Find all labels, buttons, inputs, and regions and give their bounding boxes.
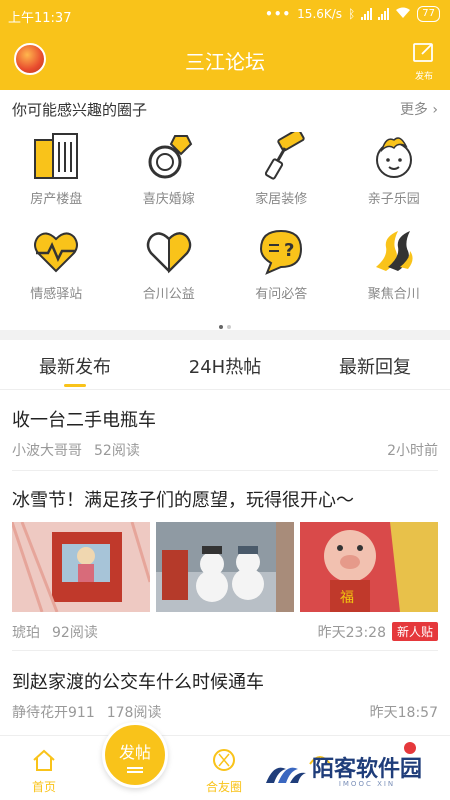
status-time: 上午11:37 — [8, 11, 72, 26]
circle-label: 家居装修 — [255, 192, 308, 207]
network-speed: 15.6K/s — [297, 7, 343, 21]
post-author: 琥珀 — [12, 625, 40, 641]
post-title: 收一台二手电瓶车 — [12, 410, 156, 431]
post-time-wrap: 昨天23:28 新人贴 — [318, 622, 438, 642]
page-title: 三江论坛 — [185, 50, 265, 74]
nav-header: 三江论坛 发布 — [0, 30, 450, 90]
battery-indicator: 77 — [417, 6, 440, 22]
post-image[interactable]: 福 — [300, 522, 438, 612]
nav-home-label: 首页 — [31, 780, 56, 794]
wave-logo-icon — [375, 231, 413, 271]
watermark: 陌客软件园 IMOOC XIN — [264, 754, 422, 792]
feed-tabs: 最新发布 24H热帖 最新回复 — [0, 340, 450, 390]
circle-label: 房产楼盘 — [30, 192, 83, 207]
new-post-button[interactable]: 发帖 — [102, 722, 168, 788]
nav-home[interactable]: 首页 — [14, 748, 74, 795]
circle-item-wedding[interactable]: 喜庆婚嫁 — [113, 132, 226, 227]
svg-text:?: ? — [284, 240, 294, 261]
svg-text:福: 福 — [340, 590, 354, 606]
circle-item-emotion[interactable]: 情感驿站 — [0, 227, 113, 312]
signal-icon-2 — [378, 8, 390, 20]
tab-latest[interactable]: 最新发布 — [0, 340, 150, 389]
post-time: 2小时前 — [387, 443, 438, 459]
heartbeat-icon — [34, 232, 79, 273]
new-post-label: 发帖 — [118, 743, 151, 762]
nav-friends-label: 合友圈 — [205, 780, 242, 794]
post-meta: 琥珀 92阅读 — [12, 622, 98, 642]
post-author: 静待花开911 — [12, 705, 95, 721]
nav-friends[interactable]: 合友圈 — [194, 748, 254, 795]
post-image[interactable] — [12, 522, 150, 612]
more-link[interactable]: 更多 › — [400, 99, 438, 119]
compose-label: 发布 — [414, 72, 433, 82]
tab-24h-hot[interactable]: 24H热帖 — [150, 340, 300, 389]
circle-item-focus[interactable]: 聚焦合川 — [338, 227, 450, 312]
home-icon — [33, 749, 55, 771]
bluetooth-icon: ᛒ — [348, 7, 356, 21]
circle-label: 聚焦合川 — [367, 287, 420, 302]
post-item[interactable]: 收一台二手电瓶车 小波大哥哥 52阅读 2小时前 — [0, 390, 450, 470]
post-reads: 92阅读 — [52, 625, 98, 641]
circle-label: 合川公益 — [142, 287, 195, 302]
compose-button[interactable]: 发布 — [410, 42, 438, 82]
more-label: 更多 — [399, 102, 428, 118]
building-icon — [34, 133, 79, 179]
aperture-icon — [213, 749, 235, 771]
status-dots: ••• — [265, 7, 292, 21]
wifi-icon — [395, 7, 411, 22]
post-image[interactable] — [156, 522, 294, 612]
app-header: 上午11:37 ••• 15.6K/s ᛒ 77 三江论坛 发布 — [0, 0, 450, 90]
post-meta: 小波大哥哥 52阅读 — [12, 440, 140, 460]
baby-icon — [375, 137, 412, 178]
section-divider — [0, 330, 450, 340]
paint-roller-icon — [265, 132, 305, 180]
post-meta: 静待花开911 178阅读 — [12, 702, 161, 722]
notification-badge — [404, 742, 416, 754]
pager-dot-active — [219, 325, 223, 329]
circle-item-family[interactable]: 亲子乐园 — [338, 132, 450, 227]
question-bubble-icon: ? — [260, 229, 303, 275]
circles-grid: 房产楼盘 喜庆婚嫁 家居装修 亲子乐园 情感驿站 合川公益 ? 有问必答 聚焦合… — [0, 132, 450, 312]
signal-icon — [361, 8, 373, 20]
ring-icon — [148, 135, 192, 179]
heart-hands-icon — [146, 232, 191, 274]
watermark-logo-icon — [266, 767, 306, 783]
post-time: 昨天18:57 — [369, 705, 438, 721]
circle-item-qa[interactable]: ? 有问必答 — [225, 227, 338, 312]
circle-item-charity[interactable]: 合川公益 — [113, 227, 226, 312]
circle-label: 喜庆婚嫁 — [142, 192, 195, 207]
watermark-text: 陌客软件园 — [312, 756, 423, 782]
post-meta-row: 琥珀 92阅读 昨天23:28 新人贴 — [0, 612, 450, 650]
circle-label: 亲子乐园 — [367, 192, 420, 207]
post-title: 冰雪节！满足孩子们的愿望，玩得很开心～ — [12, 490, 354, 511]
post-reads: 178阅读 — [106, 705, 162, 721]
circle-label: 情感驿站 — [30, 287, 83, 302]
post-images: 福 — [12, 522, 438, 612]
status-bar: 上午11:37 ••• 15.6K/s ᛒ 77 — [0, 0, 450, 30]
compose-icon — [413, 43, 433, 62]
post-reads: 52阅读 — [94, 443, 140, 459]
circles-header: 你可能感兴趣的圈子 更多 › — [0, 90, 450, 126]
post-time: 昨天23:28 — [317, 625, 386, 641]
tab-latest-reply[interactable]: 最新回复 — [300, 340, 450, 389]
circle-item-property[interactable]: 房产楼盘 — [0, 132, 113, 227]
new-user-badge: 新人贴 — [391, 622, 438, 641]
circle-item-decor[interactable]: 家居装修 — [225, 132, 338, 227]
menu-lines-icon — [127, 767, 143, 773]
pager-dot — [227, 325, 231, 329]
post-title: 到赵家渡的公交车什么时候通车 — [12, 672, 264, 693]
post-item[interactable]: 到赵家渡的公交车什么时候通车 静待花开911 178阅读 昨天18:57 — [0, 650, 450, 735]
post-author: 小波大哥哥 — [12, 443, 82, 459]
circle-label: 有问必答 — [255, 287, 308, 302]
circles-title: 你可能感兴趣的圈子 — [12, 101, 148, 119]
chevron-right-icon: › — [432, 102, 438, 118]
